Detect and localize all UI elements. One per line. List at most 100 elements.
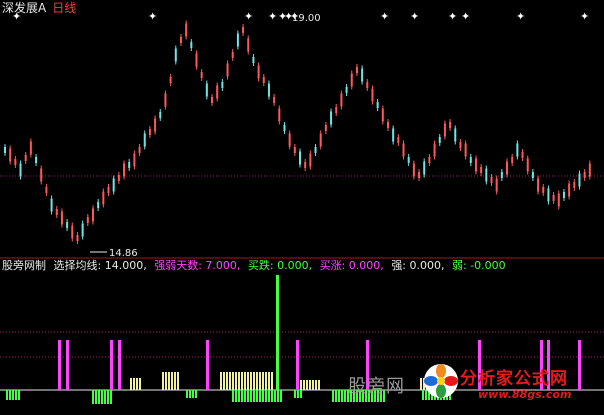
candle-body — [159, 112, 162, 118]
candle-body — [438, 137, 441, 143]
candle-body — [386, 122, 389, 128]
candle-body — [4, 147, 6, 153]
candle-body — [418, 172, 421, 178]
watermark-left-text: 股旁网 — [348, 376, 405, 397]
yellow-strength-bar — [312, 380, 314, 390]
candle-body — [102, 191, 105, 205]
chart-canvas[interactable]: ✦ ✦ ✦ ✦ ✦✦✦ ✦ ✦ ✦ ✦ ✦ ✦ 19.00 14.86 — [0, 0, 604, 415]
candle-body — [45, 187, 48, 193]
candle-body — [148, 129, 151, 135]
candle-body — [169, 77, 172, 83]
candle-body — [236, 33, 239, 47]
yellow-strength-bar — [165, 372, 167, 390]
green-weak-bar — [110, 390, 112, 404]
candle-body — [330, 111, 333, 125]
green-weak-bar — [12, 390, 14, 400]
candle-body — [205, 83, 208, 97]
green-weak-bar — [244, 390, 246, 402]
candle-body — [309, 153, 312, 167]
candle-body — [299, 151, 301, 165]
green-weak-bar — [232, 390, 234, 402]
green-weak-bar — [92, 390, 94, 404]
stock-chart-window[interactable]: ✦ ✦ ✦ ✦ ✦ ✦ ✦ ✦ ✦ ✦ ✦ ✦ ✦ 19.00 14.86 深发展A 日线 股旁网制 选择… — [0, 0, 604, 415]
candle-body — [50, 198, 53, 212]
watermark-url: www.88gs.com — [478, 388, 572, 401]
candle-body — [231, 52, 234, 58]
candle-body — [490, 177, 493, 183]
candle-body — [283, 125, 286, 131]
candle-body — [179, 37, 182, 43]
yellow-strength-bar — [241, 372, 243, 390]
yellow-strength-bar — [232, 372, 234, 390]
candle-body — [86, 217, 89, 223]
green-weak-bar — [256, 390, 258, 402]
yellow-strength-bar — [136, 378, 138, 390]
yellow-strength-bar — [133, 378, 135, 390]
green-weak-bar — [335, 390, 337, 402]
yellow-strength-bar — [223, 372, 225, 390]
watermark: 股旁网 分析家公式网 www.88gs.com — [348, 360, 604, 415]
candle-body — [542, 187, 545, 193]
green-weak-bar — [341, 390, 343, 402]
param-ma: 选择均线: 14.000, — [53, 259, 147, 272]
signal-star-icon: ✦ — [268, 10, 277, 23]
green-weak-bar — [344, 390, 346, 402]
candle-body — [293, 147, 296, 153]
candle-body — [480, 167, 483, 173]
green-weak-bar — [95, 390, 97, 404]
price-panel[interactable] — [0, 20, 604, 253]
candle-body — [588, 163, 591, 177]
candle-body — [526, 158, 529, 172]
magenta-strength-bar — [66, 340, 69, 390]
param-buy-up: 买涨: 0.000, — [319, 259, 384, 272]
green-weak-bar — [9, 390, 11, 400]
yellow-strength-bar — [162, 372, 164, 390]
magenta-strength-bar — [118, 340, 121, 390]
param-weak: 弱: -0.000 — [452, 259, 506, 272]
candle-body — [469, 157, 472, 163]
candle-body — [76, 235, 79, 241]
candle-body — [174, 48, 177, 62]
candle-body — [35, 157, 38, 163]
candle-body — [190, 42, 193, 48]
candle-body — [200, 72, 203, 78]
candle-body — [60, 211, 63, 225]
candle-body — [516, 143, 519, 157]
candle-body — [221, 82, 224, 88]
candle-body — [428, 157, 431, 163]
stock-name: 深发展A — [2, 1, 47, 15]
yellow-strength-bar — [247, 372, 249, 390]
candle-body — [195, 53, 198, 67]
candle-body — [500, 172, 503, 178]
candle-body — [355, 67, 358, 73]
yellow-strength-bar — [226, 372, 228, 390]
chart-title-bar: 深发展A 日线 — [2, 0, 76, 16]
yellow-strength-bar — [318, 380, 320, 390]
magenta-strength-bar — [296, 340, 299, 390]
candle-body — [547, 188, 550, 202]
candle-body — [459, 142, 462, 148]
yellow-strength-bar — [303, 380, 305, 390]
green-weak-bar — [271, 390, 273, 402]
candle-body — [273, 97, 276, 103]
signal-star-icon: ✦ — [410, 10, 419, 23]
green-weak-bar — [235, 390, 237, 402]
magenta-strength-bar — [58, 340, 61, 390]
candle-body — [133, 153, 136, 167]
green-weak-bar — [247, 390, 249, 402]
param-strong: 强: 0.000, — [391, 259, 445, 272]
green-weak-bar — [195, 390, 197, 398]
candle-body — [376, 102, 379, 108]
green-weak-bar — [338, 390, 340, 402]
candle-body — [242, 27, 245, 33]
candle-body — [495, 178, 498, 192]
candle-body — [568, 183, 571, 197]
param-strength-days: 强弱天数: 7.000, — [154, 259, 241, 272]
candle-body — [506, 161, 509, 175]
signal-star-icon: ✦ — [580, 10, 589, 23]
candle-body — [350, 73, 353, 87]
magenta-strength-bar — [110, 340, 113, 390]
candle-body — [211, 97, 214, 103]
candle-body — [464, 143, 467, 157]
candle-body — [366, 82, 369, 88]
